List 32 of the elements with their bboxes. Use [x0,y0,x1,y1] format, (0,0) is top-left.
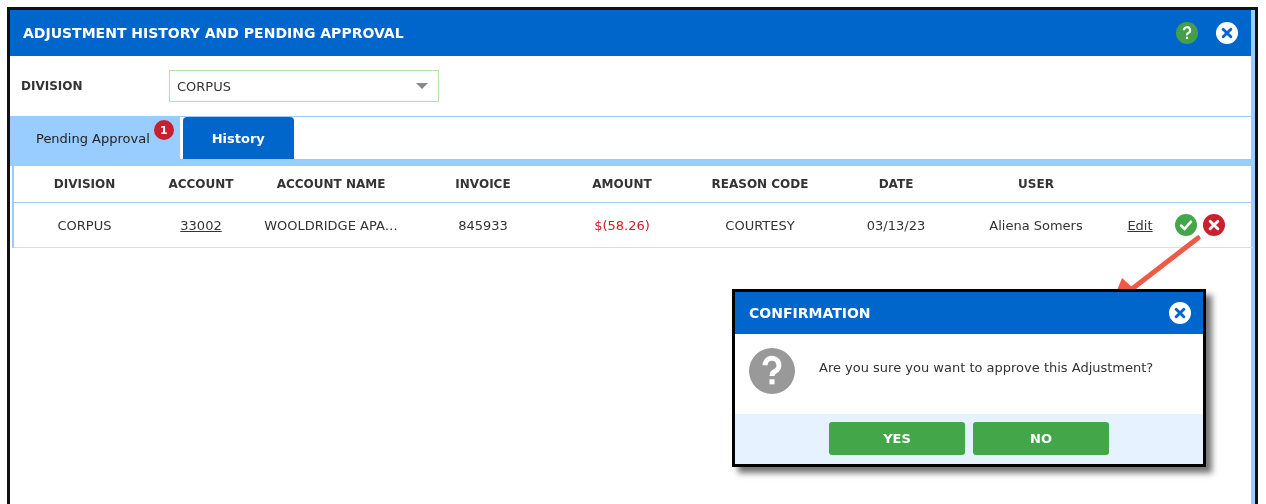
division-label: DIVISION [21,79,84,93]
column-header: REASON CODE [711,177,809,191]
table-cell: Aliena Somers [989,217,1083,233]
dialog-title: CONFIRMATION [749,305,871,321]
approve-icon[interactable] [1175,214,1197,236]
question-icon [749,348,795,394]
help-icon[interactable] [1176,22,1198,44]
reject-icon[interactable] [1203,214,1225,236]
count-badge: 1 [153,120,174,140]
column-header: USER [1018,177,1054,191]
division-dropdown[interactable]: CORPUS [169,70,439,102]
table-cell: CORPUS [57,217,112,233]
table-cell: WOOLDRIDGE APA… [264,217,398,233]
close-icon[interactable] [1169,302,1191,324]
column-header: ACCOUNT [168,177,234,191]
column-header: AMOUNT [592,177,652,191]
column-header: INVOICE [455,177,511,191]
caret-icon [416,82,428,90]
tab[interactable]: Pending Approval 1 [10,117,180,159]
tab[interactable]: History [182,117,294,159]
confirmation-message: Are you sure you want to approve this Adjustment? [819,359,1154,375]
close-icon[interactable] [1216,22,1238,44]
edit-link[interactable]: Edit [1127,217,1153,233]
account-link[interactable]: 33002 [180,217,222,233]
table-cell: 03/13/23 [866,217,926,233]
table-cell: COURTESY [725,217,795,233]
column-header: DATE [878,177,914,191]
column-header: ACCOUNT NAME [276,177,386,191]
table-cell: $(58.26) [594,217,650,233]
table-cell: 845933 [458,217,508,233]
column-header: DIVISION [53,177,116,191]
window-title: ADJUSTMENT HISTORY AND PENDING APPROVAL [23,25,404,41]
